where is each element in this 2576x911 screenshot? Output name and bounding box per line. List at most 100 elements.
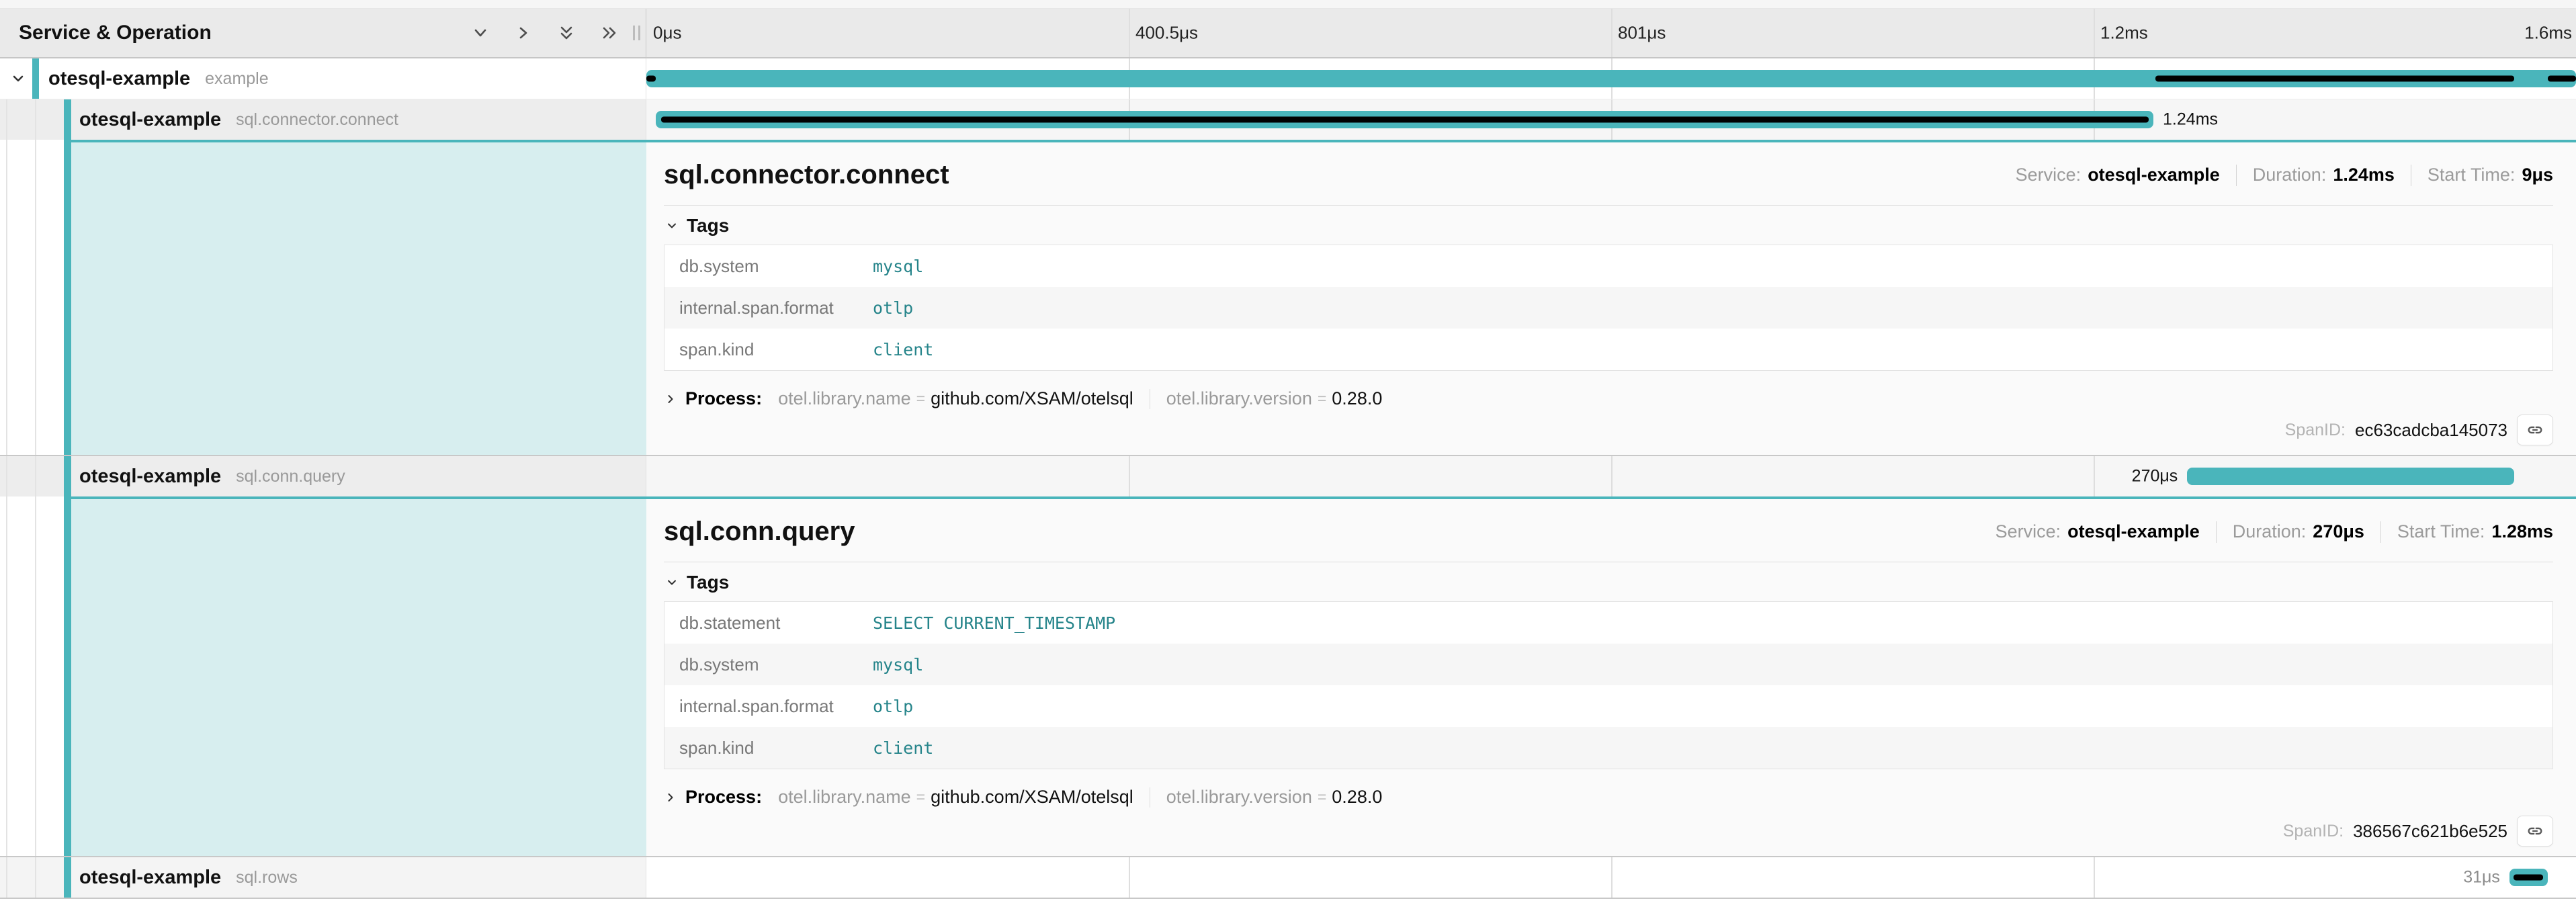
chevron-down-icon: [665, 219, 679, 232]
process-value: 0.28.0: [1332, 787, 1382, 808]
tag-value: mysql: [873, 257, 923, 276]
chevron-right-icon: [664, 791, 677, 804]
span-row-example: otesql-example example: [0, 58, 2576, 99]
span-service-name: otesql-example: [79, 867, 221, 889]
span-name-cell-sql-conn-query[interactable]: otesql-example sql.conn.query: [0, 456, 646, 496]
indent-guide: [35, 99, 36, 140]
collapse-expand-controls: [469, 21, 621, 44]
indent-guide: [6, 99, 7, 140]
span-name-cell-example[interactable]: otesql-example example: [0, 58, 646, 99]
copy-link-button[interactable]: [2517, 816, 2553, 847]
tag-key: db.system: [664, 654, 873, 675]
process-key: otel.library.name: [778, 388, 911, 409]
row-gridline: [2094, 456, 2095, 496]
row-gridline: [1611, 456, 1613, 496]
tag-row: internal.span.format otlp: [664, 685, 2552, 727]
start-time-value: 9μs: [2522, 165, 2553, 185]
chevron-down-icon[interactable]: [9, 70, 27, 87]
spanid-label: SpanID:: [2285, 421, 2346, 440]
tags-table: db.system mysql internal.span.format otl…: [664, 245, 2553, 371]
process-value: github.com/XSAM/otelsql: [931, 388, 1133, 409]
tag-key: span.kind: [664, 339, 873, 360]
tag-value: mysql: [873, 655, 923, 675]
process-accordion-toggle[interactable]: Process: otel.library.name = github.com/…: [664, 787, 2553, 808]
critical-path-segment: [2548, 76, 2576, 82]
equals-sign: =: [1318, 788, 1326, 806]
detail-panel-body: sql.conn.query Service: otesql-example D…: [646, 496, 2576, 856]
process-key: otel.library.version: [1166, 388, 1312, 409]
span-row-sql-conn-query: otesql-example sql.conn.query 270μs: [0, 456, 2576, 496]
timeline-header: Service & Operation 0μs400.5μs801μs1.2ms…: [0, 9, 2576, 58]
chevron-down-icon: [665, 576, 679, 589]
span-service-name: otesql-example: [79, 466, 221, 488]
meta-divider: [2380, 521, 2381, 543]
indent-bar: [64, 140, 71, 455]
span-bar[interactable]: [2187, 468, 2514, 485]
tag-value: client: [873, 738, 933, 758]
tag-key: internal.span.format: [664, 696, 873, 717]
process-label: Process:: [685, 787, 762, 808]
span-operation-name: example: [205, 69, 269, 89]
collapse-all-icon[interactable]: [555, 21, 578, 44]
critical-path-segment: [661, 117, 2149, 123]
service-label: Service:: [1995, 521, 2061, 542]
tag-row: span.kind client: [664, 329, 2552, 370]
span-row-sql-connector-connect: otesql-example sql.connector.connect 1.2…: [0, 99, 2576, 140]
span-operation-name: sql.rows: [236, 868, 298, 887]
top-strip: [0, 0, 2576, 9]
process-label: Process:: [685, 388, 762, 409]
detail-header[interactable]: sql.connector.connect Service: otesql-ex…: [664, 153, 2553, 206]
tags-accordion-toggle[interactable]: Tags: [664, 562, 2553, 601]
column-resizer-handle[interactable]: [633, 26, 640, 40]
indent-guide: [6, 857, 7, 898]
expand-one-icon[interactable]: [512, 21, 535, 44]
tag-row: internal.span.format otlp: [664, 287, 2552, 329]
ruler-tick-label: 0μs: [653, 23, 681, 44]
copy-link-button[interactable]: [2517, 415, 2553, 445]
span-name-cell-sql-connector-connect[interactable]: otesql-example sql.connector.connect: [0, 99, 646, 140]
expand-all-icon[interactable]: [598, 21, 621, 44]
indent-bar: [64, 496, 71, 856]
process-key: otel.library.name: [778, 787, 911, 808]
span-timeline-cell: 1.24ms: [646, 99, 2576, 140]
process-value: github.com/XSAM/otelsql: [931, 787, 1133, 808]
indent-guide: [35, 456, 36, 496]
meta-divider: [2236, 165, 2237, 186]
span-timeline-cell: 31μs: [646, 857, 2576, 898]
link-icon: [2526, 822, 2544, 840]
detail-panel-highlight: [71, 496, 646, 856]
tag-row: db.system mysql: [664, 245, 2552, 287]
tag-value: otlp: [873, 298, 913, 318]
process-accordion-toggle[interactable]: Process: otel.library.name = github.com/…: [664, 388, 2553, 409]
ruler-gridline: [2094, 9, 2095, 57]
timeline-ruler: 0μs400.5μs801μs1.2ms1.6ms: [646, 9, 2576, 58]
detail-meta: Service: otesql-example Duration: 1.24ms…: [2016, 165, 2553, 186]
span-service-name: otesql-example: [48, 68, 190, 90]
row-gridline: [1129, 857, 1130, 898]
span-timeline-cell: [646, 58, 2576, 99]
tag-value: client: [873, 340, 933, 359]
indent-guide: [6, 496, 7, 856]
row-gridline: [2094, 857, 2095, 898]
service-label: Service:: [2016, 165, 2081, 185]
detail-header[interactable]: sql.conn.query Service: otesql-example D…: [664, 510, 2553, 562]
process-value: 0.28.0: [1332, 388, 1382, 409]
indent-guide: [6, 140, 7, 455]
ruler-tick-label: 1.2ms: [2100, 23, 2148, 44]
span-service-name: otesql-example: [79, 109, 221, 131]
span-detail-panel-sql-conn-query: sql.conn.query Service: otesql-example D…: [0, 496, 2576, 857]
collapse-one-icon[interactable]: [469, 21, 492, 44]
tag-row: db.system mysql: [664, 644, 2552, 685]
duration-value: 1.24ms: [2333, 165, 2395, 185]
row-gridline: [1611, 857, 1613, 898]
span-duration-label: 1.24ms: [2163, 110, 2218, 130]
indent-bar: [64, 99, 71, 140]
ruler-tick-label: 801μs: [1618, 23, 1666, 44]
row-gridline: [1129, 456, 1130, 496]
indent-guide: [35, 496, 36, 856]
indent-guide: [6, 456, 7, 496]
span-name-cell-sql-rows[interactable]: otesql-example sql.rows: [0, 857, 646, 898]
span-operation-name: sql.conn.query: [236, 467, 345, 486]
ruler-gridline: [1611, 9, 1613, 57]
tags-accordion-toggle[interactable]: Tags: [664, 206, 2553, 245]
